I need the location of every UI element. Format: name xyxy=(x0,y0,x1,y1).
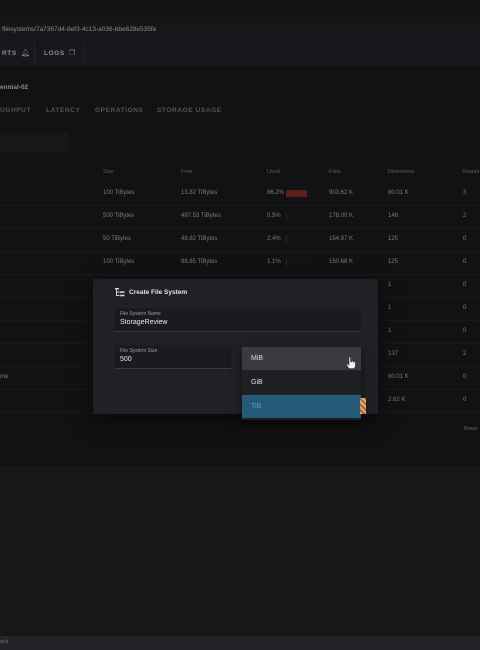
unit-option-label: GiB xyxy=(251,379,263,386)
unit-option-mib[interactable]: MiB xyxy=(242,347,361,370)
lower-panel xyxy=(0,466,480,636)
file-system-size-value: 500 xyxy=(120,356,132,363)
file-system-name-value: StorageReview xyxy=(120,319,168,326)
hand-cursor-icon xyxy=(346,356,356,369)
size-unit-dropdown: MiB GiB TiB xyxy=(242,347,361,420)
unit-option-label: MiB xyxy=(251,355,264,362)
footer-bar: ack xyxy=(0,636,480,650)
footer-text: ack xyxy=(0,639,9,645)
file-system-name-label: File System Name xyxy=(120,311,161,317)
unit-option-label: TiB xyxy=(251,403,262,410)
hierarchy-icon xyxy=(115,288,125,297)
file-system-size-label: File System Size xyxy=(120,348,158,354)
file-system-size-field[interactable]: File System Size 500 xyxy=(115,345,231,369)
unit-option-tib[interactable]: TiB xyxy=(242,395,361,418)
unit-option-gib[interactable]: GiB xyxy=(242,371,361,394)
dialog-title: Create File System xyxy=(129,289,188,296)
scrollbar-thumb[interactable] xyxy=(360,398,366,414)
file-system-name-field[interactable]: File System Name StorageReview xyxy=(115,308,361,332)
